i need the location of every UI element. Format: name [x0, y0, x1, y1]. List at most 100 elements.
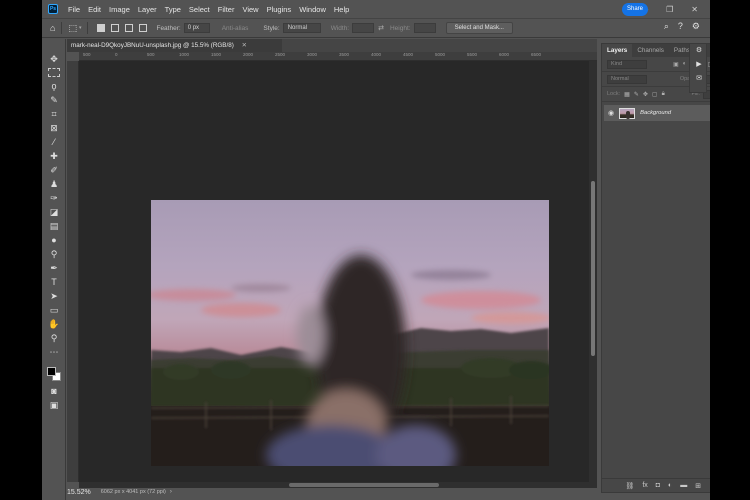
chevron-right-icon[interactable]: ›: [170, 489, 172, 495]
menu-layer[interactable]: Layer: [134, 5, 161, 14]
ruler-label: 6500: [531, 52, 542, 57]
menu-filter[interactable]: Filter: [214, 5, 239, 14]
layer-name[interactable]: Background: [640, 110, 671, 116]
ruler-label: 500: [147, 52, 155, 57]
ruler-label: 500: [83, 52, 91, 57]
move-tool-icon[interactable]: ✥: [48, 53, 60, 65]
pen-tool-icon[interactable]: ✒: [48, 262, 60, 274]
menu-image[interactable]: Image: [105, 5, 134, 14]
ruler-label: 2000: [243, 52, 254, 57]
antialias-checkbox[interactable]: Anti-alias: [222, 25, 249, 32]
lock-label: Lock:: [607, 91, 621, 97]
ruler-label: 6000: [499, 52, 510, 57]
select-and-mask-button[interactable]: Select and Mask...: [445, 22, 513, 34]
help-icon[interactable]: ?: [678, 21, 683, 32]
crop-tool-icon[interactable]: ⌗: [48, 108, 60, 120]
blend-mode-select[interactable]: Normal: [607, 74, 647, 84]
rectangle-tool-icon[interactable]: ▭: [48, 304, 60, 316]
more-tools-icon[interactable]: ⋯: [48, 346, 60, 358]
comment-icon[interactable]: ✉: [690, 72, 708, 86]
divider: [87, 22, 89, 34]
menu-window[interactable]: Window: [295, 5, 330, 14]
menu-type[interactable]: Type: [161, 5, 185, 14]
zoom-tool-icon[interactable]: ⚲: [48, 332, 60, 344]
share-button[interactable]: Share: [622, 3, 648, 16]
canvas-area[interactable]: [79, 61, 589, 482]
menu-edit[interactable]: Edit: [84, 5, 105, 14]
fx-icon[interactable]: fx: [642, 482, 647, 489]
width-input[interactable]: [352, 23, 375, 33]
lock-position-icon[interactable]: ✥: [643, 91, 648, 98]
frame-tool-icon[interactable]: ⊠: [48, 122, 60, 134]
image-filter-icon[interactable]: ▣: [673, 61, 679, 68]
visibility-eye-icon[interactable]: ◉: [608, 109, 614, 117]
menu-view[interactable]: View: [238, 5, 262, 14]
restore-icon[interactable]: ❐: [666, 5, 673, 14]
horizontal-ruler: 500 0 500 1000 1500 2000 2500 3000 3500 …: [79, 52, 597, 61]
vertical-scrollbar[interactable]: [589, 61, 597, 482]
eraser-tool-icon[interactable]: ◪: [48, 206, 60, 218]
lock-image-icon[interactable]: ✎: [634, 91, 639, 98]
eyedropper-tool-icon[interactable]: ⁄: [48, 136, 60, 148]
lasso-tool-icon[interactable]: ϙ: [48, 80, 60, 92]
lock-artboard-icon[interactable]: ▢: [652, 91, 658, 98]
rectangular-marquee-tool-icon[interactable]: [48, 68, 60, 77]
ruler-label: 2500: [275, 52, 286, 57]
adjustment-filter-icon[interactable]: ◐: [683, 61, 687, 68]
settings-icon[interactable]: ⚙: [692, 21, 700, 32]
swap-icon[interactable]: ⇄: [378, 24, 384, 32]
hand-tool-icon[interactable]: ✋: [48, 318, 60, 330]
smart-object-filter-icon[interactable]: ◫: [708, 61, 710, 68]
kind-filter-select[interactable]: Kind: [607, 59, 647, 69]
link-layers-icon[interactable]: ⛓: [625, 482, 634, 490]
close-icon[interactable]: ✕: [691, 5, 698, 14]
history-brush-tool-icon[interactable]: ✑: [48, 192, 60, 204]
tab-channels[interactable]: Channels: [632, 44, 669, 57]
height-input[interactable]: [413, 23, 436, 33]
new-selection-icon[interactable]: [97, 24, 106, 32]
add-selection-icon[interactable]: [111, 24, 120, 32]
chevron-down-icon[interactable]: ▾: [79, 25, 82, 31]
menu-help[interactable]: Help: [330, 5, 353, 14]
subtract-selection-icon[interactable]: [125, 24, 134, 32]
clone-stamp-tool-icon[interactable]: ♟: [48, 178, 60, 190]
type-tool-icon[interactable]: T: [48, 276, 60, 288]
zoom-level[interactable]: 15.52%: [67, 489, 91, 496]
lock-transparent-icon[interactable]: ▦: [624, 91, 630, 98]
home-icon[interactable]: ⌂: [50, 23, 55, 33]
ruler-label: 3000: [307, 52, 318, 57]
healing-brush-tool-icon[interactable]: ✚: [48, 150, 60, 162]
feather-input[interactable]: 0 px: [183, 23, 210, 33]
new-layer-icon[interactable]: ⊞: [695, 482, 701, 490]
photoshop-window: Ps File Edit Image Layer Type Select Fil…: [42, 0, 710, 500]
close-tab-icon[interactable]: ✕: [242, 42, 247, 49]
quick-selection-tool-icon[interactable]: ✎: [48, 94, 60, 106]
path-selection-tool-icon[interactable]: ➤: [48, 290, 60, 302]
menu-select[interactable]: Select: [185, 5, 214, 14]
blur-tool-icon[interactable]: ●: [48, 234, 60, 246]
menu-plugins[interactable]: Plugins: [263, 5, 296, 14]
screen-mode-icon[interactable]: ▣: [48, 399, 60, 411]
lock-all-icon[interactable]: 🔒︎: [662, 91, 665, 98]
adjustment-layer-icon[interactable]: ◐: [668, 482, 672, 489]
intersect-selection-icon[interactable]: [139, 24, 148, 32]
search-icon[interactable]: ⌕: [664, 21, 669, 32]
marquee-tool-preset-icon[interactable]: ⬚: [68, 23, 77, 34]
learn-icon[interactable]: ⚙: [690, 44, 708, 58]
brush-tool-icon[interactable]: ✐: [48, 164, 60, 176]
quick-mask-icon[interactable]: ◙: [48, 385, 60, 397]
add-mask-icon[interactable]: ◘: [656, 482, 660, 489]
layer-row-background[interactable]: ◉ Background 🔒︎: [604, 105, 710, 121]
trash-icon[interactable]: 🗑︎: [709, 482, 710, 490]
new-group-icon[interactable]: ▬: [680, 482, 687, 489]
dodge-tool-icon[interactable]: ⚲: [48, 248, 60, 260]
play-icon[interactable]: ▶: [690, 58, 708, 72]
document-image[interactable]: [151, 200, 549, 466]
gradient-tool-icon[interactable]: ▤: [48, 220, 60, 232]
menu-file[interactable]: File: [64, 5, 84, 14]
scroll-thumb[interactable]: [591, 181, 595, 356]
style-select[interactable]: Normal: [282, 23, 321, 33]
foreground-color-swatch[interactable]: [47, 367, 56, 376]
document-tab[interactable]: mark-neal-D9QkoyJBNuU-unsplash.jpg @ 15.…: [67, 39, 282, 52]
tab-layers[interactable]: Layers: [602, 44, 633, 57]
